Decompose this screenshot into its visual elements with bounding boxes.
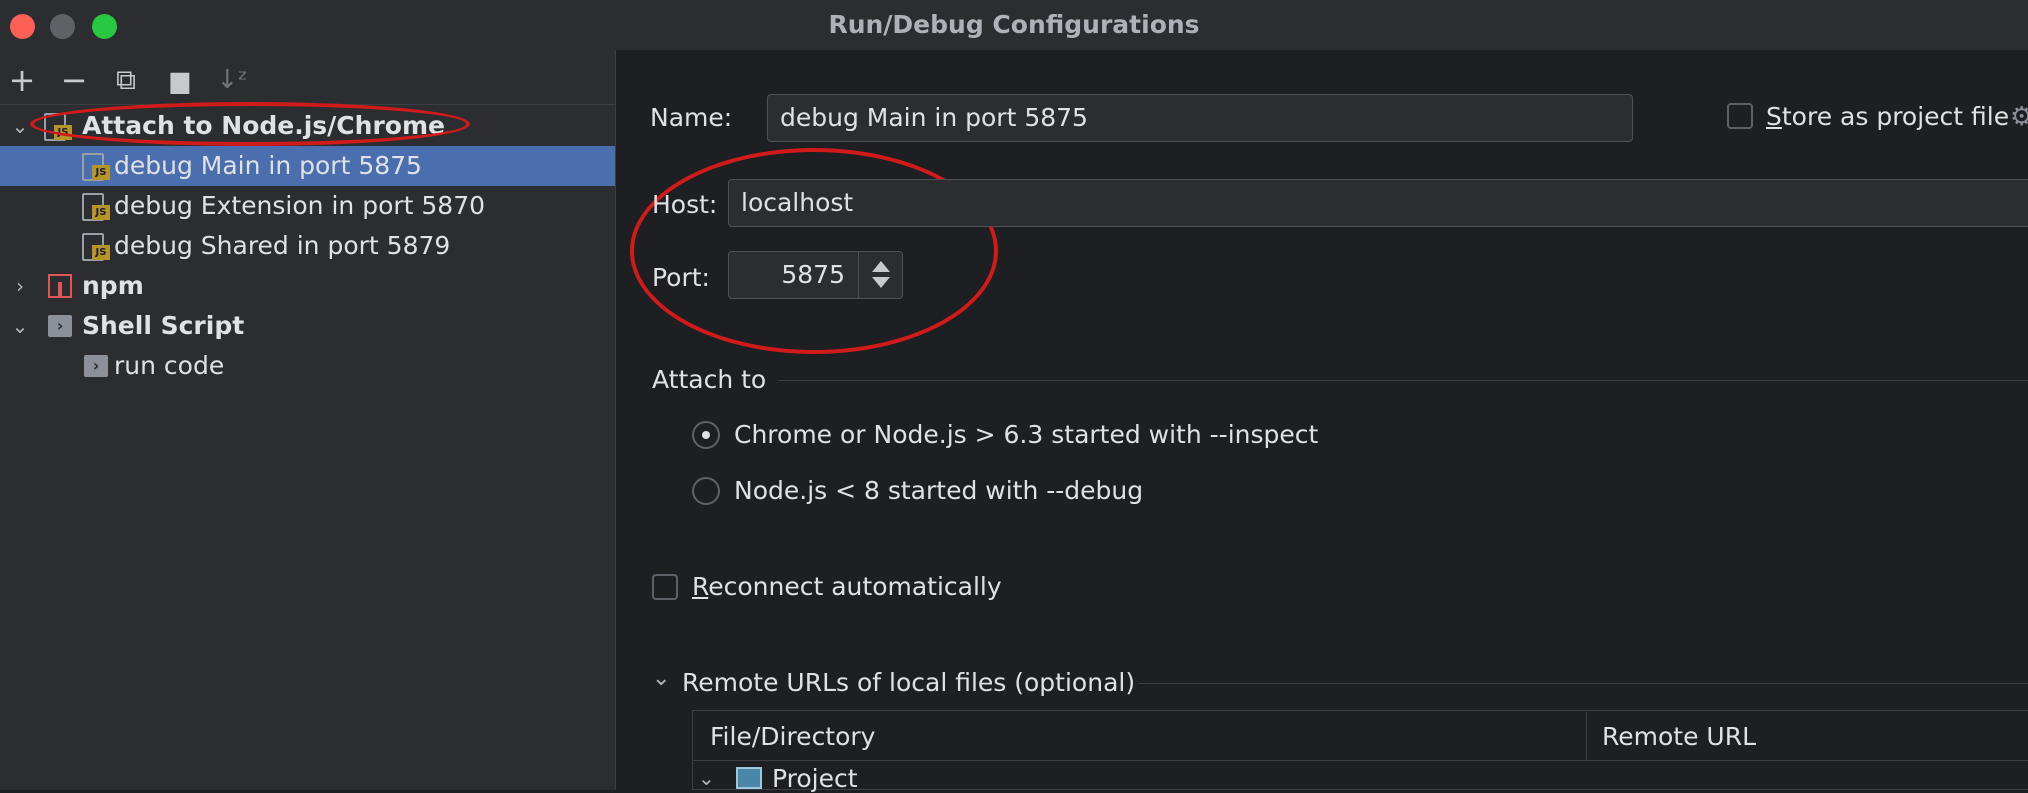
column-divider[interactable] [1586,712,1587,760]
host-field[interactable]: localhost [728,179,2028,227]
tree-item-debug-shared[interactable]: JS debug Shared in port 5879 [0,226,615,266]
chevron-down-icon[interactable]: ⌄ [698,766,715,790]
tree-item-label: run code [114,351,225,380]
tree-item-label: debug Shared in port 5879 [114,231,451,260]
port-label: Port: [652,263,710,292]
shell-script-icon: › [84,355,108,377]
spinner-up-icon[interactable] [872,261,890,272]
radio-inspect[interactable] [692,421,720,449]
sort-icon[interactable]: ↓ᶻ [214,62,250,98]
chevron-right-icon[interactable]: › [8,266,32,306]
store-as-project-file-label: Store as project file [1766,102,2010,131]
attach-to-label: Attach to [652,365,767,394]
host-label: Host: [652,190,718,219]
remote-urls-label: Remote URLs of local files (optional) [682,668,1136,697]
project-folder-icon [736,767,762,789]
name-field[interactable]: debug Main in port 5875 [767,94,1633,142]
column-header-remote-url[interactable]: Remote URL [1602,722,1756,751]
column-header-file[interactable]: File/Directory [710,722,875,751]
copy-icon[interactable]: ⧉ [108,62,144,98]
tree-item-shell-script[interactable]: ⌄ › Shell Script [0,306,615,346]
spinner-down-icon[interactable] [872,277,890,288]
chevron-down-icon[interactable]: ⌄ [8,106,32,146]
remote-urls-table [692,710,2028,790]
tree-item-label: debug Extension in port 5870 [114,191,486,220]
tree-item-label: Shell Script [82,311,245,340]
chevron-down-icon[interactable]: ⌄ [8,306,32,346]
js-config-icon: JS [82,151,110,181]
project-row-label[interactable]: Project [772,764,858,793]
annotation-ellipse-tree [30,102,470,146]
window-title: Run/Debug Configurations [828,10,1200,39]
tree-item-label: debug Main in port 5875 [114,151,422,180]
tree-item-label: npm [82,271,144,300]
gear-icon[interactable]: ⚙ [2010,102,2028,132]
remove-icon[interactable]: − [56,62,92,98]
tree-item-run-code[interactable]: › run code [0,346,615,386]
reconnect-automatically-checkbox[interactable] [652,574,678,600]
tree-item-debug-extension[interactable]: JS debug Extension in port 5870 [0,186,615,226]
name-label: Name: [650,103,733,132]
port-spinner[interactable] [858,252,903,298]
shell-script-icon: › [48,315,72,337]
add-icon[interactable]: + [4,62,40,98]
tree-item-npm[interactable]: › npm [0,266,615,306]
chevron-down-icon[interactable]: ⌄ [652,666,670,691]
reconnect-automatically-label: Reconnect automatically [692,572,1002,601]
npm-icon [48,274,72,298]
radio-debug[interactable] [692,477,720,505]
js-config-icon: JS [82,191,110,221]
attach-to-divider [778,380,2028,381]
folder-add-icon[interactable]: ▆ [162,62,198,98]
radio-debug-label: Node.js < 8 started with --debug [734,476,1144,505]
remote-urls-divider [1138,683,2028,684]
js-config-icon: JS [82,231,110,261]
store-as-project-file-checkbox[interactable] [1727,103,1753,129]
radio-inspect-label: Chrome or Node.js > 6.3 started with --i… [734,420,1319,449]
table-header-divider [692,760,2028,761]
tree-item-debug-main[interactable]: JS debug Main in port 5875 [0,146,615,186]
